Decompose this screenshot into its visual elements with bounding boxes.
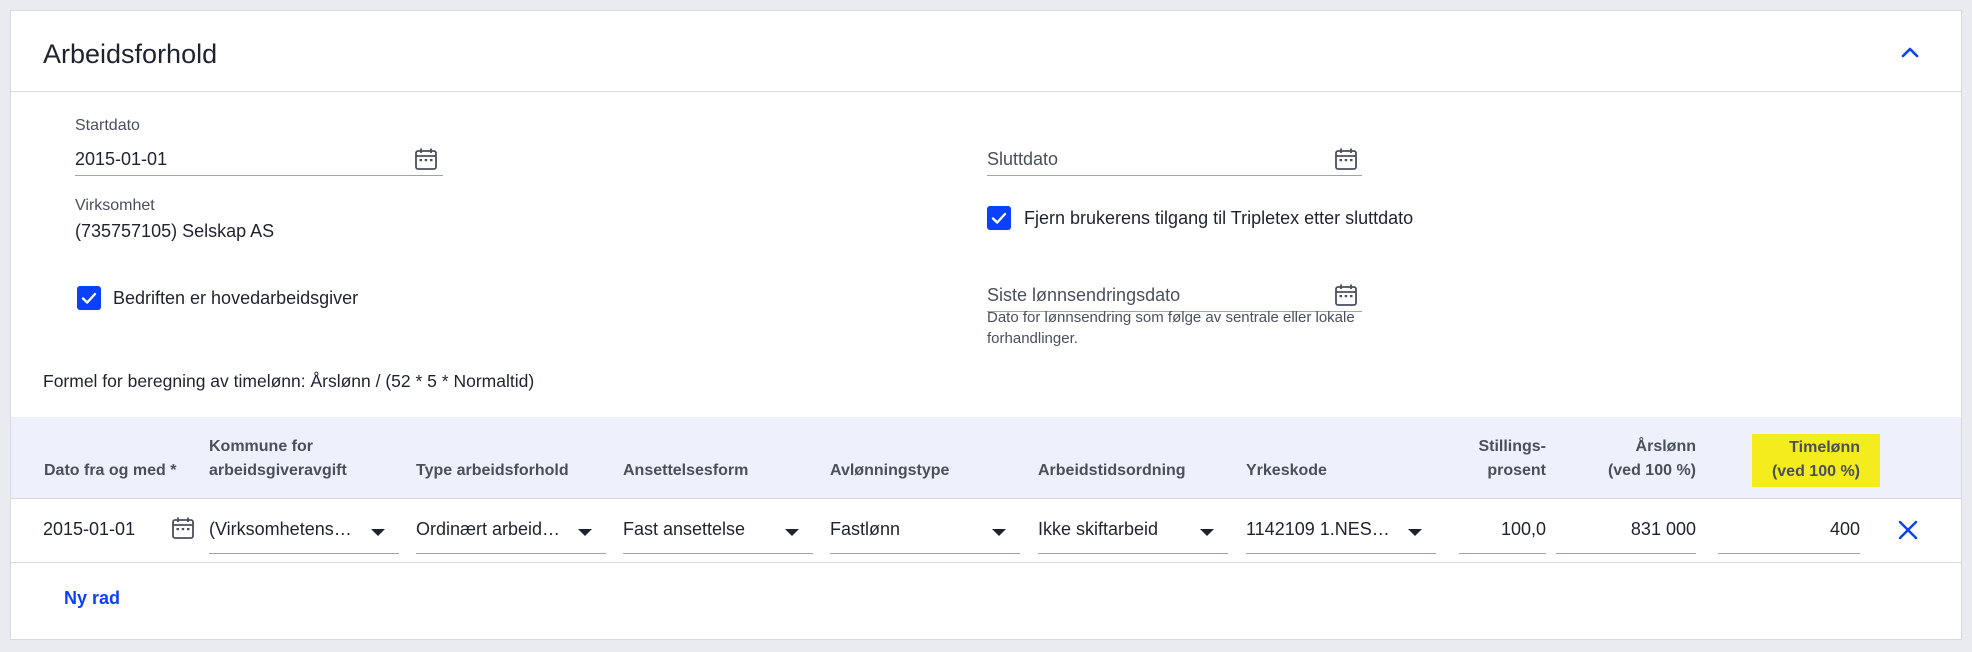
ansettelse-select[interactable]: Fast ansettelse xyxy=(623,499,813,563)
remove-access-label[interactable]: Fjern brukerens tilgang til Tripletex et… xyxy=(1024,208,1413,229)
col-header-ansettelse: Ansettelsesform xyxy=(623,459,748,483)
startdato-field[interactable]: Startdato 2015-01-01 xyxy=(75,117,455,177)
col-header-stillingsprosent: Stillings- prosent xyxy=(1396,435,1546,483)
timelonn-formula: Formel for beregning av timelønn: Årsløn… xyxy=(43,371,535,391)
col-header-dato: Dato fra og med * xyxy=(44,459,176,483)
sluttdato-underline xyxy=(987,175,1362,176)
new-row-button[interactable]: Ny rad xyxy=(64,588,120,609)
virksomhet-label: Virksomhet xyxy=(75,197,155,214)
startdato-underline xyxy=(75,175,443,176)
col-header-timelonn-line1: Timelønn xyxy=(1789,439,1860,456)
chevron-down-icon[interactable] xyxy=(992,529,1006,536)
arbeidstid-select[interactable]: Ikke skiftarbeid xyxy=(1038,499,1228,563)
col-header-dato-text: Dato fra og med * xyxy=(44,462,177,479)
calendar-icon[interactable] xyxy=(1334,283,1358,307)
type-select[interactable]: Ordinært arbeid… xyxy=(416,499,606,563)
arslonn-value[interactable]: 831 000 xyxy=(1556,519,1696,540)
avlonning-underline xyxy=(830,553,1020,554)
col-header-avlonning-text: Avlønningstype xyxy=(830,462,950,479)
col-header-stilling-line1: Stillings- xyxy=(1478,438,1546,455)
table-row: 2015-01-01 (Virksomhetens… Ordinært arbe… xyxy=(11,499,1961,563)
chevron-down-icon[interactable] xyxy=(1408,529,1422,536)
timelonn-underline xyxy=(1718,553,1860,554)
col-header-kommune-line2: arbeidsgiveravgift xyxy=(209,462,347,479)
siste-lonnsendring-help: Dato for lønnsendring som følge av sentr… xyxy=(987,309,1355,347)
col-header-kommune-line1: Kommune for xyxy=(209,438,313,455)
col-header-stilling-line2: prosent xyxy=(1487,462,1546,479)
col-header-arbeidstid-text: Arbeidstidsordning xyxy=(1038,462,1186,479)
kommune-select[interactable]: (Virksomhetens… xyxy=(209,499,399,563)
timelonn-value[interactable]: 400 xyxy=(1718,519,1860,540)
kommune-value[interactable]: (Virksomhetens… xyxy=(209,519,359,540)
col-header-yrkeskode: Yrkeskode xyxy=(1246,459,1327,483)
sluttdato-field[interactable]: Sluttdato xyxy=(987,117,1367,177)
chevron-down-icon[interactable] xyxy=(785,529,799,536)
startdato-label: Startdato xyxy=(75,117,140,134)
col-header-arslonn: Årslønn (ved 100 %) xyxy=(1546,435,1696,483)
yrkeskode-underline xyxy=(1246,553,1436,554)
ansettelse-value[interactable]: Fast ansettelse xyxy=(623,519,778,540)
col-header-kommune: Kommune for arbeidsgiveravgift xyxy=(209,435,347,483)
avlonning-value[interactable]: Fastlønn xyxy=(830,519,985,540)
col-header-type-text: Type arbeidsforhold xyxy=(416,462,569,479)
arbeidsforhold-card: Arbeidsforhold Startdato 2015-01-01 Slut… xyxy=(10,10,1962,640)
dato-cell[interactable]: 2015-01-01 xyxy=(43,499,195,563)
col-header-arslonn-line1: Årslønn xyxy=(1635,438,1696,455)
siste-lonnsendring-placeholder[interactable]: Siste lønnsendringsdato xyxy=(987,285,1180,306)
col-header-timelonn-line2: (ved 100 %) xyxy=(1771,463,1860,480)
col-header-yrkeskode-text: Yrkeskode xyxy=(1246,462,1327,479)
chevron-down-icon[interactable] xyxy=(1200,529,1214,536)
stillingsprosent-underline xyxy=(1459,553,1546,554)
calendar-icon[interactable] xyxy=(1334,147,1358,171)
chevron-down-icon[interactable] xyxy=(371,529,385,536)
chevron-down-icon[interactable] xyxy=(578,529,592,536)
chevron-up-icon[interactable] xyxy=(1897,39,1923,65)
col-header-arslonn-line2: (ved 100 %) xyxy=(1607,462,1696,479)
startdato-value[interactable]: 2015-01-01 xyxy=(75,149,167,170)
virksomhet-field: Virksomhet (735757105) Selskap AS xyxy=(75,197,475,247)
arslonn-input[interactable]: 831 000 xyxy=(1556,499,1696,563)
stillingsprosent-input[interactable]: 100,0 xyxy=(1459,499,1546,563)
main-employer-checkbox[interactable] xyxy=(77,286,101,310)
card-header[interactable]: Arbeidsforhold xyxy=(11,11,1961,92)
stillingsprosent-value[interactable]: 100,0 xyxy=(1459,519,1546,540)
type-value[interactable]: Ordinært arbeid… xyxy=(416,519,566,540)
ansettelse-underline xyxy=(623,553,813,554)
table-header: Dato fra og med * Kommune for arbeidsgiv… xyxy=(11,417,1961,499)
main-employer-label[interactable]: Bedriften er hovedarbeidsgiver xyxy=(113,288,358,309)
dato-value[interactable]: 2015-01-01 xyxy=(43,519,135,540)
calendar-icon[interactable] xyxy=(414,147,438,171)
yrkeskode-value[interactable]: 1142109 1.NES… xyxy=(1246,519,1401,540)
col-header-type: Type arbeidsforhold xyxy=(416,459,569,483)
remove-access-checkbox[interactable] xyxy=(987,206,1011,230)
kommune-underline xyxy=(209,553,399,554)
avlonning-select[interactable]: Fastlønn xyxy=(830,499,1020,563)
sluttdato-placeholder[interactable]: Sluttdato xyxy=(987,149,1058,170)
arbeidstid-value[interactable]: Ikke skiftarbeid xyxy=(1038,519,1193,540)
type-underline xyxy=(416,553,606,554)
virksomhet-value: (735757105) Selskap AS xyxy=(75,221,275,241)
card-title: Arbeidsforhold xyxy=(43,39,218,69)
col-header-timelonn: Timelønn (ved 100 %) xyxy=(1752,434,1880,487)
yrkeskode-select[interactable]: 1142109 1.NES… xyxy=(1246,499,1436,563)
col-header-avlonning: Avlønningstype xyxy=(830,459,949,483)
close-icon[interactable] xyxy=(1896,518,1920,542)
col-header-ansettelse-text: Ansettelsesform xyxy=(623,462,749,479)
calendar-icon[interactable] xyxy=(171,516,195,540)
col-header-arbeidstid: Arbeidstidsordning xyxy=(1038,459,1186,483)
arslonn-underline xyxy=(1556,553,1696,554)
timelonn-input[interactable]: 400 xyxy=(1718,499,1860,563)
arbeidstid-underline xyxy=(1038,553,1228,554)
